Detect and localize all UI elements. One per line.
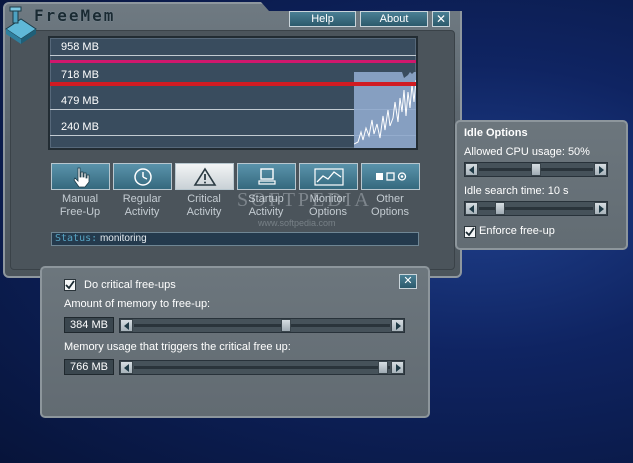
arrow-right-icon: [598, 165, 604, 174]
computer-icon: [257, 167, 276, 185]
enforce-freeup-label: Enforce free-up: [479, 225, 555, 237]
app-logo-text: FreeMem: [34, 6, 116, 25]
warning-icon: [193, 166, 216, 186]
graph-label-479: 479 MB: [61, 95, 99, 107]
cpu-usage-slider[interactable]: [464, 162, 608, 177]
idle-search-slider[interactable]: [464, 201, 608, 216]
critical-activity-label: Critical Activity: [173, 193, 235, 219]
cpu-usage-label: Allowed CPU usage: 50%: [464, 146, 590, 158]
help-button[interactable]: Help: [289, 11, 356, 27]
slider-track: [134, 324, 390, 327]
status-bar: Status: monitoring: [51, 232, 419, 246]
enforce-freeup-checkbox[interactable]: [464, 226, 476, 238]
idle-search-label: Idle search time: 10 s: [464, 185, 569, 197]
amount-slider[interactable]: [119, 318, 405, 333]
status-value: monitoring: [99, 233, 147, 244]
cpu-slider-left-arrow[interactable]: [465, 163, 478, 176]
arrow-left-icon: [123, 321, 129, 330]
critical-options-panel: Do critical free-ups ✕ Amount of memory …: [40, 266, 430, 418]
other-options-button[interactable]: [361, 163, 420, 190]
trigger-label: Memory usage that triggers the critical …: [64, 341, 291, 353]
startup-activity-button[interactable]: [237, 163, 296, 190]
limit-line-red: [50, 82, 416, 86]
search-slider-right-arrow[interactable]: [594, 202, 607, 215]
amount-slider-right-arrow[interactable]: [391, 319, 404, 332]
app-logo-icon: [5, 6, 37, 44]
mode-label-line: Manual: [61, 193, 99, 205]
idle-options-panel: Idle Options Allowed CPU usage: 50% Idle…: [455, 120, 628, 250]
trigger-value: 766 MB: [64, 359, 114, 375]
mode-label-line: Critical: [187, 193, 221, 205]
cpu-slider-thumb[interactable]: [531, 163, 541, 176]
slider-track: [134, 366, 390, 369]
critical-freeups-checkbox[interactable]: [64, 279, 76, 291]
trigger-slider[interactable]: [119, 360, 405, 375]
arrow-right-icon: [598, 204, 604, 213]
monitor-options-button[interactable]: [299, 163, 358, 190]
arrow-left-icon: [123, 363, 129, 372]
memory-graph: 958 MB 718 MB 479 MB 240 MB: [48, 36, 418, 150]
trigger-slider-thumb[interactable]: [378, 361, 388, 374]
amount-slider-left-arrow[interactable]: [120, 319, 133, 332]
trigger-slider-right-arrow[interactable]: [391, 361, 404, 374]
amount-label: Amount of memory to free-up:: [64, 298, 211, 310]
search-slider-left-arrow[interactable]: [465, 202, 478, 215]
arrow-left-icon: [468, 204, 474, 213]
critical-freeups-label: Do critical free-ups: [84, 279, 176, 291]
mode-label-line: Regular: [122, 193, 162, 205]
mode-label-line: Activity: [186, 206, 222, 218]
arrow-left-icon: [468, 165, 474, 174]
mode-label-line: Activity: [124, 206, 160, 218]
amount-slider-thumb[interactable]: [281, 319, 291, 332]
about-button[interactable]: About: [360, 11, 428, 27]
mode-label-line: Free-Up: [59, 206, 101, 218]
hand-icon: [73, 167, 89, 187]
graph-label-240: 240 MB: [61, 121, 99, 133]
limit-line-pink: [50, 60, 416, 63]
manual-freeup-label: Manual Free-Up: [49, 193, 111, 219]
trigger-slider-left-arrow[interactable]: [120, 361, 133, 374]
critical-panel-close-button[interactable]: ✕: [399, 274, 417, 289]
idle-options-title: Idle Options: [464, 127, 528, 139]
graph-label-958: 958 MB: [61, 41, 99, 53]
checkmark-icon: [465, 227, 475, 237]
graph-gridline: [50, 55, 416, 56]
softpedia-watermark-url: www.softpedia.com: [258, 218, 336, 228]
chart-icon: [313, 167, 344, 186]
status-key: Status:: [55, 233, 98, 244]
regular-activity-button[interactable]: [113, 163, 172, 190]
arrow-right-icon: [395, 363, 401, 372]
amount-value: 384 MB: [64, 317, 114, 333]
clock-icon: [133, 167, 152, 186]
arrow-right-icon: [395, 321, 401, 330]
close-button[interactable]: ✕: [432, 11, 450, 27]
manual-freeup-button[interactable]: [51, 163, 110, 190]
regular-activity-label: Regular Activity: [111, 193, 173, 219]
cpu-slider-right-arrow[interactable]: [594, 163, 607, 176]
softpedia-watermark: SOFTPEDIA: [237, 189, 372, 211]
shapes-icon: [375, 171, 406, 181]
checkmark-icon: [65, 280, 75, 290]
search-slider-thumb[interactable]: [495, 202, 505, 215]
graph-label-718: 718 MB: [61, 69, 99, 81]
critical-activity-button[interactable]: [175, 163, 234, 190]
